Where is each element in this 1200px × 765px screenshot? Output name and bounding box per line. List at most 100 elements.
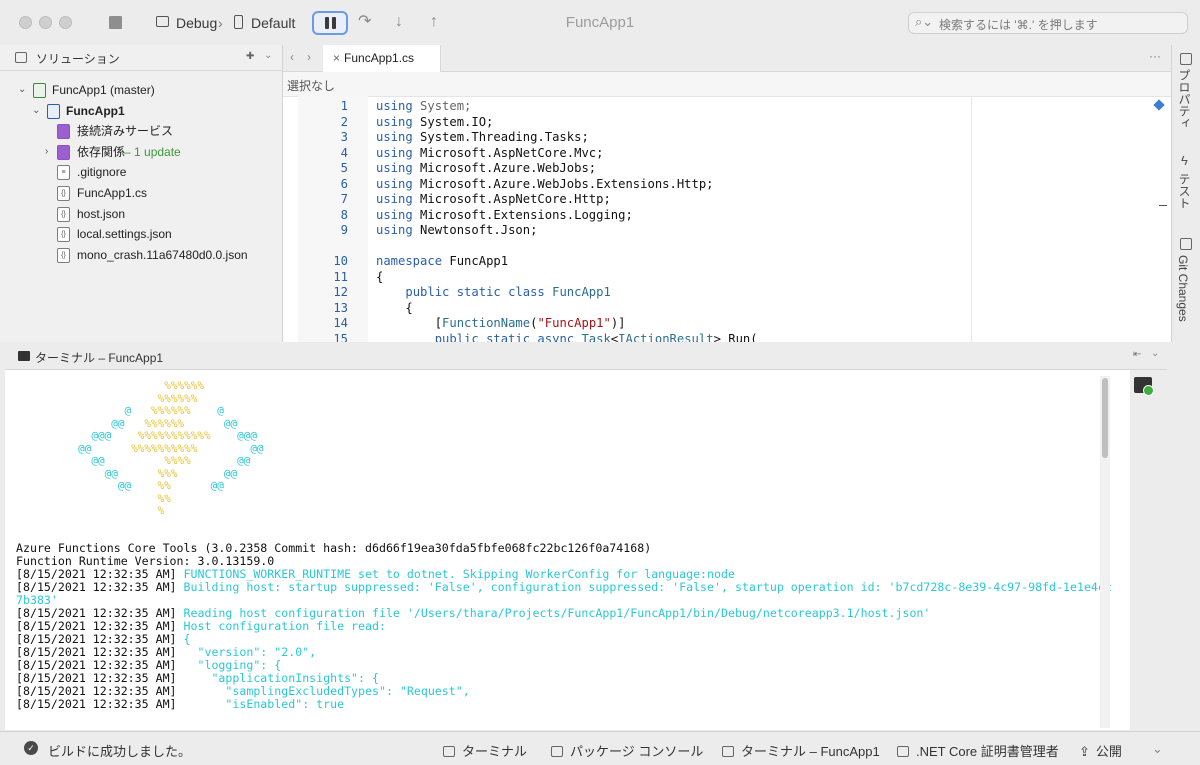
tab-tests[interactable]: テスト: [1176, 173, 1193, 209]
chevron-down-icon[interactable]: ⌄: [1151, 348, 1159, 359]
code-editor: ‹ › × FuncApp1.cs ··· 選択なし 1 2 3 4 5 6 7 …: [283, 45, 1171, 342]
log-line: [8/15/2021 12:32:35 AM] Building host: s…: [16, 580, 1112, 594]
tree-item-label: host.json: [77, 207, 126, 221]
add-badge-icon: [1143, 385, 1154, 396]
code-line: using Microsoft.Azure.WebJobs;: [376, 161, 597, 175]
tree-item-label: local.settings.json: [77, 227, 172, 241]
tree-item-label: mono_crash.11a67480d0.0.json: [77, 248, 248, 262]
terminal-header: ターミナル – FuncApp1 ⇤ ⌄: [5, 344, 1167, 370]
solution-pane: ソリューション ✚ ⌄ ⌄ FuncApp1 (master) ⌄ FuncAp…: [0, 45, 283, 342]
tree-item-label: FuncApp1 (master): [52, 83, 155, 97]
terminal-icon: [722, 746, 734, 757]
line-number: 3: [340, 130, 348, 144]
log-line: [8/15/2021 12:32:35 AM] "isEnabled": tru…: [16, 697, 345, 711]
code-area[interactable]: 1 2 3 4 5 6 7 8 9 10 11 12 13 14 15 16 u…: [298, 96, 968, 342]
tab-git-changes[interactable]: Git Changes: [1176, 255, 1190, 322]
zoom-window-button[interactable]: [59, 16, 72, 29]
package-console-icon: [551, 746, 563, 757]
certificate-icon: [897, 746, 909, 757]
config-selector[interactable]: Debug: [176, 15, 217, 31]
nav-back-icon[interactable]: ‹: [290, 50, 294, 64]
scrollbar-thumb[interactable]: [1102, 378, 1108, 458]
code-line: using Newtonsoft.Json;: [376, 223, 538, 237]
chevron-down-icon[interactable]: ⌄: [32, 101, 40, 121]
lightning-icon: ϟ: [1181, 153, 1188, 168]
tab-label: FuncApp1.cs: [344, 51, 415, 65]
code-line: public static class FuncApp1: [405, 285, 611, 299]
editor-navbar[interactable]: 選択なし: [283, 72, 1171, 97]
tab-funcapp1-cs[interactable]: × FuncApp1.cs: [323, 45, 441, 72]
close-window-button[interactable]: [19, 16, 32, 29]
line-number: 1: [340, 99, 348, 113]
git-icon: [1180, 238, 1192, 250]
pin-icon[interactable]: ⇤: [1133, 349, 1141, 360]
status-bar: ✓ ビルドに成功しました。 ターミナル パッケージ コンソール ターミナル – …: [0, 731, 1200, 765]
tree-item-label: FuncApp1: [66, 104, 125, 118]
right-panel-strip: プロパティ ϟ テスト Git Changes: [1171, 45, 1200, 342]
code-line: using System.Threading.Tasks;: [376, 130, 589, 144]
connected-services-icon: [57, 124, 70, 139]
line-number: 10: [333, 254, 348, 268]
close-icon[interactable]: ×: [333, 51, 340, 65]
more-icon[interactable]: ···: [1149, 49, 1161, 63]
terminal-icon: [18, 351, 30, 361]
panel-icon: [15, 52, 27, 63]
status-dotnet-cert-manager[interactable]: .NET Core 証明書管理者: [897, 741, 1059, 760]
nav-forward-icon[interactable]: ›: [307, 50, 311, 64]
terminal-title: ターミナル – FuncApp1: [35, 351, 164, 365]
editor-tabbar: ‹ › × FuncApp1.cs ···: [283, 45, 1171, 72]
window-icon: [156, 16, 169, 27]
scroll-marker: [1159, 205, 1167, 206]
editor-margin-line: [971, 96, 972, 342]
status-terminal[interactable]: ターミナル: [443, 741, 527, 760]
line-number: 14: [333, 316, 348, 330]
member-selector[interactable]: 選択なし: [287, 77, 335, 94]
json-file-icon: {}: [57, 248, 70, 263]
minimize-window-button[interactable]: [39, 16, 52, 29]
line-number: 12: [333, 285, 348, 299]
pin-icon[interactable]: ✚: [246, 51, 254, 62]
step-over-icon[interactable]: ↷: [358, 14, 371, 30]
bookmark-marker-icon[interactable]: [1153, 99, 1165, 111]
tree-item-label: 接続済みサービス: [77, 124, 174, 138]
line-number: 13: [333, 300, 348, 315]
line-number: 4: [340, 145, 348, 160]
toolbar: Debug › Default ↷ ↓ ↑ FuncApp1 ⌕⌄ 検索するには…: [0, 0, 1200, 46]
line-number: 15: [333, 331, 348, 343]
update-badge: – 1 update: [124, 145, 181, 159]
code-line: using Microsoft.AspNetCore.Http;: [376, 192, 611, 206]
csproj-icon: [47, 104, 60, 119]
properties-icon: [1180, 53, 1192, 65]
terminal-icon: [443, 746, 455, 757]
status-publish[interactable]: ⇪ 公開: [1079, 741, 1122, 760]
code-line: using System.IO;: [376, 114, 494, 129]
search-icon: ⌕⌄: [915, 14, 934, 29]
step-into-icon[interactable]: ↓: [395, 14, 403, 30]
chevron-right-icon[interactable]: ›: [45, 142, 48, 162]
step-out-icon[interactable]: ↑: [430, 14, 438, 30]
line-number: 2: [340, 114, 348, 129]
code-line: using Microsoft.AspNetCore.Mvc;: [376, 145, 604, 160]
line-number: 11: [333, 269, 348, 284]
search-input[interactable]: ⌕⌄ 検索するには '⌘.' を押します: [908, 12, 1188, 34]
chevron-down-icon[interactable]: ⌄: [264, 50, 272, 61]
chevron-down-icon[interactable]: ⌄: [18, 80, 26, 100]
pause-button[interactable]: [312, 11, 348, 35]
device-selector[interactable]: Default: [251, 15, 295, 31]
chevron-down-icon[interactable]: ⌄: [1152, 741, 1163, 757]
pause-icon: [325, 17, 329, 29]
line-number: 9: [340, 223, 348, 237]
dependencies-icon: [57, 145, 70, 160]
code-line: namespace FuncApp1: [376, 254, 509, 268]
terminal-output[interactable]: %%%%%% %%%%%% @ %%%%%% @ @@ %%%%%% @@ @@…: [5, 370, 1130, 730]
tab-properties[interactable]: プロパティ: [1176, 69, 1193, 129]
tree-item-label: .gitignore: [77, 165, 127, 179]
status-terminal-funcapp1[interactable]: ターミナル – FuncApp1: [722, 741, 880, 760]
check-circle-icon: ✓: [24, 741, 38, 755]
tree-item-label: 依存関係: [77, 145, 126, 159]
terminal-scrollbar[interactable]: [1100, 376, 1110, 728]
file-icon: ≡: [57, 165, 70, 180]
stop-icon[interactable]: [109, 16, 122, 29]
code-line: using Microsoft.Azure.WebJobs.Extensions…: [376, 176, 714, 191]
status-package-console[interactable]: パッケージ コンソール: [551, 741, 703, 760]
